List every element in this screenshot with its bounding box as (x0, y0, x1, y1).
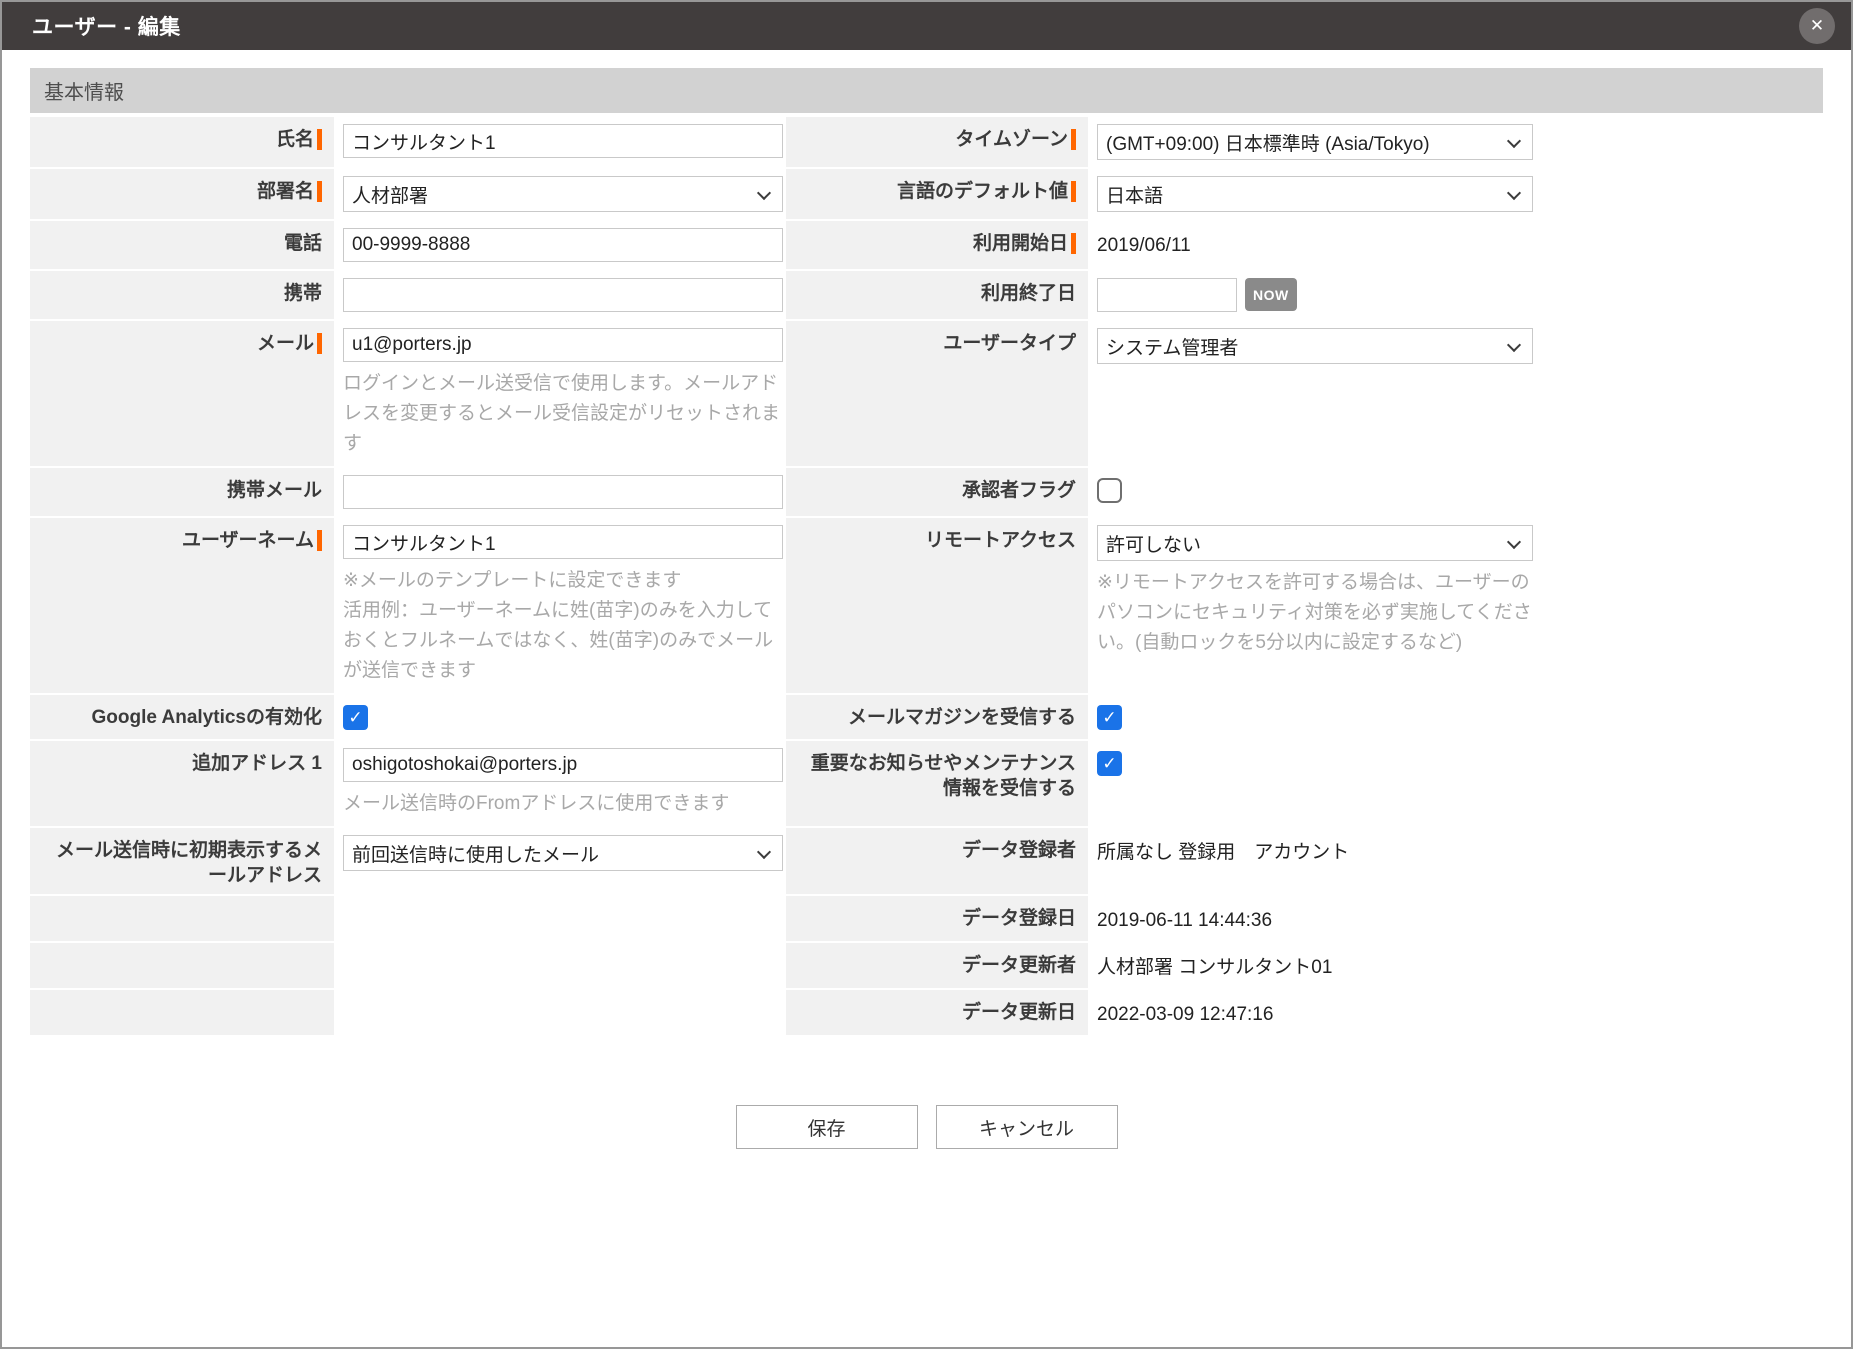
username-help-text-2: 活用例：ユーザーネームに姓(苗字)のみを入力しておくとフルネームではなく、姓(苗… (343, 596, 789, 686)
form-row: Google Analyticsの有効化 ✓ メールマガジンを受信する ✓ (30, 695, 1823, 739)
section-header-basic-info: 基本情報 (30, 68, 1823, 113)
default-mail-address-label: メール送信時に初期表示するメールアドレス (30, 828, 334, 894)
required-marker (317, 333, 322, 354)
timezone-label: タイムゾーン (786, 117, 1088, 167)
extra-address1-label: 追加アドレス 1 (30, 741, 334, 826)
form-row: データ更新者 人材部署 コンサルタント01 (30, 943, 1823, 988)
email-input[interactable] (343, 328, 783, 362)
form-row: 部署名 人材部署 言語のデフォルト値 日本語 (30, 169, 1823, 219)
email-help-text: ログインとメール送受信で使用します。メールアドレスを変更するとメール受信設定がリ… (343, 369, 789, 459)
chevron-down-icon (1507, 338, 1521, 352)
email-label: メール (30, 321, 334, 466)
end-date-label: 利用終了日 (786, 271, 1088, 319)
updated-by-label: データ更新者 (786, 943, 1088, 988)
chevron-down-icon (757, 186, 771, 200)
required-marker (317, 129, 322, 150)
form-row: 追加アドレス 1 メール送信時のFromアドレスに使用できます 重要なお知らせや… (30, 741, 1823, 826)
approver-flag-checkbox[interactable] (1097, 478, 1122, 503)
form-row: ユーザーネーム ※メールのテンプレートに設定できます 活用例：ユーザーネームに姓… (30, 518, 1823, 693)
language-label: 言語のデフォルト値 (786, 169, 1088, 219)
mobile-email-input[interactable] (343, 475, 783, 509)
dialog-body: 基本情報 氏名 タイムゾーン (GMT+09:00) 日本標準時 (Asia/T… (2, 50, 1851, 1149)
mail-magazine-checkbox[interactable]: ✓ (1097, 705, 1122, 730)
check-icon: ✓ (1102, 754, 1116, 774)
created-by-label: データ登録者 (786, 828, 1088, 894)
chevron-down-icon (1507, 134, 1521, 148)
required-marker (1071, 233, 1076, 254)
name-label: 氏名 (30, 117, 334, 167)
timezone-select[interactable]: (GMT+09:00) 日本標準時 (Asia/Tokyo) (1097, 124, 1533, 160)
form-row: メール ログインとメール送受信で使用します。メールアドレスを変更するとメール受信… (30, 321, 1823, 466)
default-mail-address-select[interactable]: 前回送信時に使用したメール (343, 835, 783, 871)
close-button[interactable]: ✕ (1799, 8, 1835, 44)
save-button[interactable]: 保存 (736, 1105, 918, 1149)
required-marker (317, 530, 322, 551)
mobile-email-label: 携帯メール (30, 468, 334, 516)
empty-label-cell (30, 990, 334, 1035)
form-row: 氏名 タイムゾーン (GMT+09:00) 日本標準時 (Asia/Tokyo) (30, 117, 1823, 167)
username-label: ユーザーネーム (30, 518, 334, 693)
mail-magazine-label: メールマガジンを受信する (786, 695, 1088, 739)
empty-label-cell (30, 943, 334, 988)
important-news-checkbox[interactable]: ✓ (1097, 751, 1122, 776)
cancel-button[interactable]: キャンセル (936, 1105, 1118, 1149)
check-icon: ✓ (1102, 708, 1116, 728)
form-row: 電話 利用開始日 2019/06/11 (30, 221, 1823, 269)
required-marker (1071, 181, 1076, 202)
required-marker (1071, 129, 1076, 150)
start-date-label: 利用開始日 (786, 221, 1088, 269)
required-marker (317, 181, 322, 202)
phone-input[interactable] (343, 228, 783, 262)
department-label: 部署名 (30, 169, 334, 219)
remote-access-help-text: ※リモートアクセスを許可する場合は、ユーザーのパソコンにセキュリティ対策を必ず実… (1097, 568, 1541, 658)
dialog-title: ユーザー - 編集 (32, 11, 1799, 41)
created-at-label: データ登録日 (786, 896, 1088, 941)
mobile-label: 携帯 (30, 271, 334, 319)
user-type-select[interactable]: システム管理者 (1097, 328, 1533, 364)
chevron-down-icon (1507, 186, 1521, 200)
form-row: 携帯メール 承認者フラグ (30, 468, 1823, 516)
ga-label: Google Analyticsの有効化 (30, 695, 334, 739)
phone-label: 電話 (30, 221, 334, 269)
end-date-input[interactable] (1097, 278, 1237, 312)
form-row: データ更新日 2022-03-09 12:47:16 (30, 990, 1823, 1035)
extra-address1-input[interactable] (343, 748, 783, 782)
approver-flag-label: 承認者フラグ (786, 468, 1088, 516)
username-input[interactable] (343, 525, 783, 559)
chevron-down-icon (757, 845, 771, 859)
empty-label-cell (30, 896, 334, 941)
ga-checkbox[interactable]: ✓ (343, 705, 368, 730)
form-row: メール送信時に初期表示するメールアドレス 前回送信時に使用したメール データ登録… (30, 828, 1823, 894)
created-by-value: 所属なし 登録用 アカウント (1097, 835, 1823, 866)
mobile-input[interactable] (343, 278, 783, 312)
form-row: データ登録日 2019-06-11 14:44:36 (30, 896, 1823, 941)
remote-access-select[interactable]: 許可しない (1097, 525, 1533, 561)
created-at-value: 2019-06-11 14:44:36 (1097, 903, 1823, 934)
updated-by-value: 人材部署 コンサルタント01 (1097, 950, 1823, 981)
department-select[interactable]: 人材部署 (343, 176, 783, 212)
dialog-footer: 保存 キャンセル (30, 1105, 1823, 1149)
name-input[interactable] (343, 124, 783, 158)
dialog-titlebar: ユーザー - 編集 ✕ (2, 2, 1851, 50)
extra-address1-help-text: メール送信時のFromアドレスに使用できます (343, 789, 789, 819)
updated-at-value: 2022-03-09 12:47:16 (1097, 997, 1823, 1028)
form-row: 携帯 利用終了日 NOW (30, 271, 1823, 319)
username-help-text-1: ※メールのテンプレートに設定できます (343, 566, 789, 596)
chevron-down-icon (1507, 535, 1521, 549)
user-type-label: ユーザータイプ (786, 321, 1088, 466)
start-date-value: 2019/06/11 (1097, 228, 1823, 259)
language-select[interactable]: 日本語 (1097, 176, 1533, 212)
user-edit-dialog: ユーザー - 編集 ✕ 基本情報 氏名 タイムゾーン (GMT+09:00) 日… (0, 0, 1853, 1349)
remote-access-label: リモートアクセス (786, 518, 1088, 693)
check-icon: ✓ (348, 708, 362, 728)
updated-at-label: データ更新日 (786, 990, 1088, 1035)
close-icon: ✕ (1810, 16, 1824, 36)
now-button[interactable]: NOW (1245, 278, 1297, 311)
important-news-label: 重要なお知らせやメンテナンス情報を受信する (786, 741, 1088, 826)
